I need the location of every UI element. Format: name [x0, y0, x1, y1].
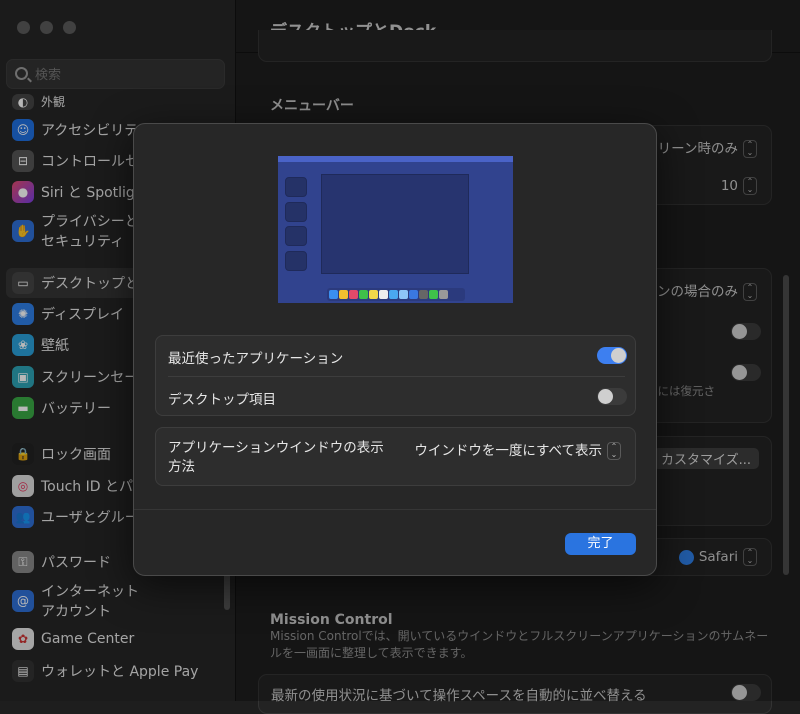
recent-apps-sheet: 最近使ったアプリケーション デスクトップ項目 アプリケーションウインドウの表示方…: [133, 123, 657, 576]
desktop-items-label: デスクトップ項目: [168, 392, 276, 408]
preview-window: [321, 174, 469, 274]
visibility-settings-group: 最近使ったアプリケーション デスクトップ項目: [155, 335, 636, 416]
preview-stage-thumbnail: [285, 177, 307, 197]
recent-apps-row: 最近使ったアプリケーション: [156, 336, 637, 376]
desktop-preview-image: [278, 156, 513, 303]
preview-stage-thumbnail: [285, 226, 307, 246]
window-display-group: アプリケーションウインドウの表示方法 ウインドウを一度にすべて表示 ⌃ ⌄: [155, 427, 636, 486]
desktop-items-toggle[interactable]: [597, 388, 627, 405]
recent-apps-toggle[interactable]: [597, 347, 627, 364]
preview-dock: [327, 288, 465, 301]
preview-stage-thumbnail: [285, 251, 307, 271]
sheet-divider: [134, 509, 656, 510]
recent-apps-label: 最近使ったアプリケーション: [168, 351, 344, 367]
desktop-items-row: デスクトップ項目: [156, 377, 637, 417]
system-settings-window: ◐ 外観 ☺ アクセシビリティ ⊟ コントロールセンター ● Siri と Sp…: [0, 0, 800, 714]
window-display-popup[interactable]: ウインドウを一度にすべて表示 ⌃ ⌄: [414, 439, 621, 460]
window-display-value: ウインドウを一度にすべて表示: [414, 443, 602, 459]
popup-chevron-icon: ⌃ ⌄: [607, 442, 621, 460]
window-display-label: アプリケーションウインドウの表示方法: [168, 440, 384, 475]
done-button[interactable]: 完了: [565, 533, 636, 555]
preview-stage-thumbnail: [285, 202, 307, 222]
